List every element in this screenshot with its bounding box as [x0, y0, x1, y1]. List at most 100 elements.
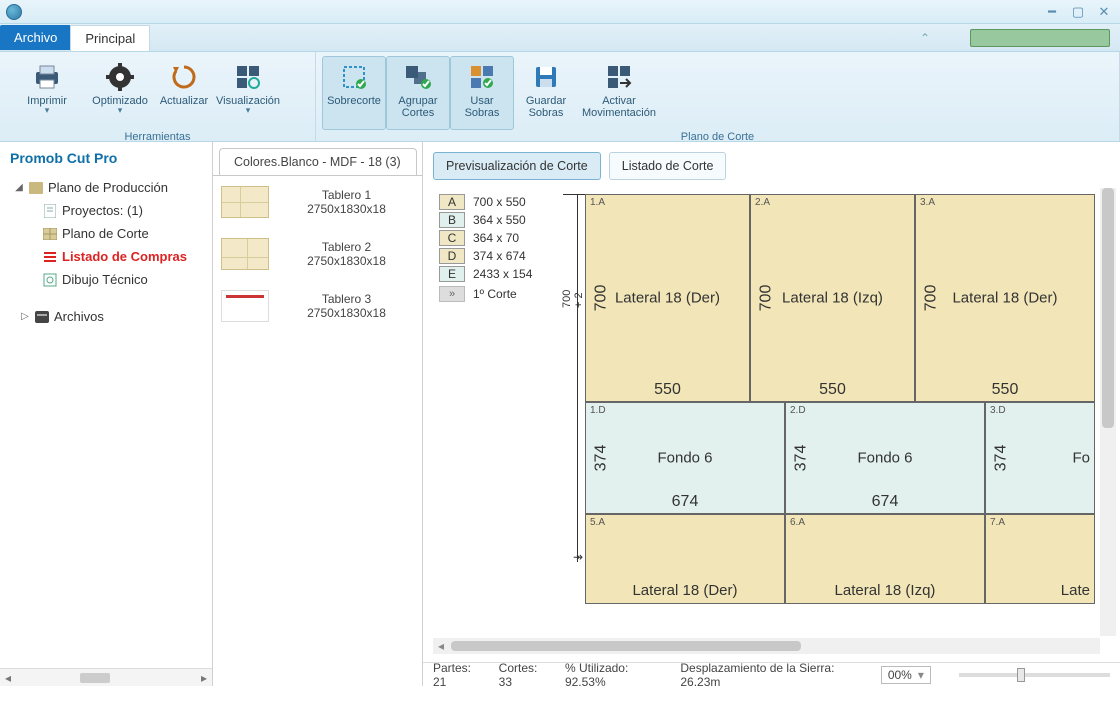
status-bar: Partes: 21 Cortes: 33 % Utilizado: 92.53… [423, 662, 1120, 686]
piece-3a[interactable]: 3.A 700 Lateral 18 (Der) 550 [915, 194, 1095, 402]
use-scraps-icon [466, 61, 498, 93]
board-item-1[interactable]: Tablero 1 2750x1830x18 [213, 176, 422, 228]
minimize-button[interactable]: ━ [1042, 5, 1062, 19]
expand-icon[interactable]: ▷ [20, 311, 30, 322]
legend-key: E [439, 266, 465, 282]
app-title: Promob Cut Pro [0, 142, 212, 174]
scrollbar-thumb[interactable] [451, 641, 801, 651]
dropdown-icon: ▾ [118, 105, 123, 116]
piece-2a[interactable]: 2.A 700 Lateral 18 (Izq) 550 [750, 194, 915, 402]
zoom-percent[interactable]: 00%▾ [881, 666, 931, 684]
menu-bar: Archivo Principal ⌃ [0, 24, 1120, 52]
cut-preview-canvas[interactable]: A700 x 550 B364 x 550 C364 x 70 D374 x 6… [433, 188, 1116, 662]
list-icon [42, 250, 58, 264]
legend-key: A [439, 194, 465, 210]
refresh-icon [168, 61, 200, 93]
scrollbar-thumb[interactable] [1102, 188, 1114, 428]
menu-archivo[interactable]: Archivo [0, 25, 71, 50]
piece-7a[interactable]: 7.A Late [985, 514, 1095, 604]
archive-icon [34, 310, 50, 324]
overcut-icon [338, 61, 370, 93]
legend-key: » [439, 286, 465, 302]
slider-thumb[interactable] [1017, 668, 1025, 682]
usar-sobras-button[interactable]: Usar Sobras [450, 56, 514, 130]
status-cortes: Cortes: 33 [499, 661, 551, 689]
status-desplazamiento: Desplazamiento de la Sierra: 26.23m [680, 661, 866, 689]
app-logo-icon [6, 4, 22, 20]
drawing-icon [42, 273, 58, 287]
legend: A700 x 550 B364 x 550 C364 x 70 D374 x 6… [439, 194, 532, 304]
view-icon [232, 61, 264, 93]
sidebar-hscroll[interactable]: ◂ ▸ [0, 668, 212, 686]
folder-icon [28, 181, 44, 195]
scroll-right-icon[interactable]: ▸ [196, 669, 212, 686]
maximize-button[interactable]: ▢ [1068, 5, 1088, 19]
menu-principal[interactable]: Principal [70, 25, 150, 51]
board-name: Tablero 2 [279, 240, 414, 254]
status-indicator [970, 29, 1110, 47]
zoom-slider[interactable] [959, 673, 1110, 677]
tree-proyectos[interactable]: Proyectos: (1) [0, 199, 212, 222]
canvas-vscroll[interactable] [1100, 188, 1116, 636]
print-icon [31, 61, 63, 93]
legend-key: B [439, 212, 465, 228]
title-bar: ━ ▢ ✕ [0, 0, 1120, 24]
arrow-icon: ↠ [573, 550, 583, 564]
expand-icon[interactable]: ◢ [14, 182, 24, 193]
board-panel: Colores.Blanco - MDF - 18 (3) Tablero 1 … [213, 142, 423, 686]
save-icon [530, 61, 562, 93]
piece-1d[interactable]: 1.D 374 Fondo 6 674 [585, 402, 785, 514]
dropdown-icon: ▾ [45, 105, 50, 116]
optimizado-button[interactable]: Optimizado ▾ [88, 56, 152, 130]
board-name: Tablero 3 [279, 292, 414, 306]
tree-dibujo-tecnico[interactable]: Dibujo Técnico [0, 268, 212, 291]
ribbon-collapse-icon[interactable]: ⌃ [920, 31, 930, 45]
tree-view: ◢ Plano de Producción Proyectos: (1) Pla… [0, 174, 212, 668]
ribbon: Imprimir ▾ Optimizado ▾ Actualizar [0, 52, 1120, 142]
sidebar: Promob Cut Pro ◢ Plano de Producción Pro… [0, 142, 213, 686]
activar-movimentacion-button[interactable]: Activar Movimentación [578, 56, 660, 130]
tab-listado[interactable]: Listado de Corte [609, 152, 727, 180]
imprimir-button[interactable]: Imprimir ▾ [6, 56, 88, 130]
sobrecorte-button[interactable]: Sobrecorte [322, 56, 386, 130]
guardar-sobras-button[interactable]: Guardar Sobras [514, 56, 578, 130]
board-thumb-icon [221, 238, 269, 270]
legend-key: C [439, 230, 465, 246]
tree-archivos[interactable]: ▷ Archivos [0, 305, 212, 328]
group-icon [402, 61, 434, 93]
piece-3d[interactable]: 3.D 374 Fo [985, 402, 1095, 514]
cutting-board: 1.A 700 Lateral 18 (Der) 550 2.A 700 Lat… [585, 194, 1098, 636]
board-item-2[interactable]: Tablero 2 2750x1830x18 [213, 228, 422, 280]
scrollbar-thumb[interactable] [80, 673, 110, 683]
board-dims: 2750x1830x18 [279, 254, 414, 268]
tree-plano-produccion[interactable]: ◢ Plano de Producción [0, 176, 212, 199]
actualizar-button[interactable]: Actualizar [152, 56, 216, 130]
board-item-3[interactable]: Tablero 3 2750x1830x18 [213, 280, 422, 332]
close-button[interactable]: ✕ [1094, 5, 1114, 19]
piece-5a[interactable]: 5.A Lateral 18 (Der) [585, 514, 785, 604]
piece-1a[interactable]: 1.A 700 Lateral 18 (Der) 550 [585, 194, 750, 402]
tab-previsualizacion[interactable]: Previsualización de Corte [433, 152, 601, 180]
board-thumb-icon [221, 290, 269, 322]
board-thumb-icon [221, 186, 269, 218]
axis-vertical: 700 + 2 ↠ [563, 194, 585, 562]
dropdown-icon: ▾ [918, 668, 924, 682]
gear-icon [104, 61, 136, 93]
legend-key: D [439, 248, 465, 264]
grid-icon [42, 227, 58, 241]
dropdown-icon: ▾ [246, 105, 251, 116]
scroll-left-icon[interactable]: ◂ [0, 669, 16, 686]
agrupar-cortes-button[interactable]: Agrupar Cortes [386, 56, 450, 130]
scroll-left-icon[interactable]: ◂ [433, 639, 449, 653]
piece-2d[interactable]: 2.D 374 Fondo 6 674 [785, 402, 985, 514]
visualizacion-button[interactable]: Visualización ▾ [216, 56, 280, 130]
canvas-hscroll[interactable]: ◂ [433, 638, 1100, 654]
board-name: Tablero 1 [279, 188, 414, 202]
move-icon [603, 61, 635, 93]
piece-6a[interactable]: 6.A Lateral 18 (Izq) [785, 514, 985, 604]
tree-plano-corte[interactable]: Plano de Corte [0, 222, 212, 245]
document-tab[interactable]: Colores.Blanco - MDF - 18 (3) [219, 148, 417, 176]
tree-listado-compras[interactable]: Listado de Compras [0, 245, 212, 268]
main-panel: Previsualización de Corte Listado de Cor… [423, 142, 1120, 686]
document-icon [42, 204, 58, 218]
